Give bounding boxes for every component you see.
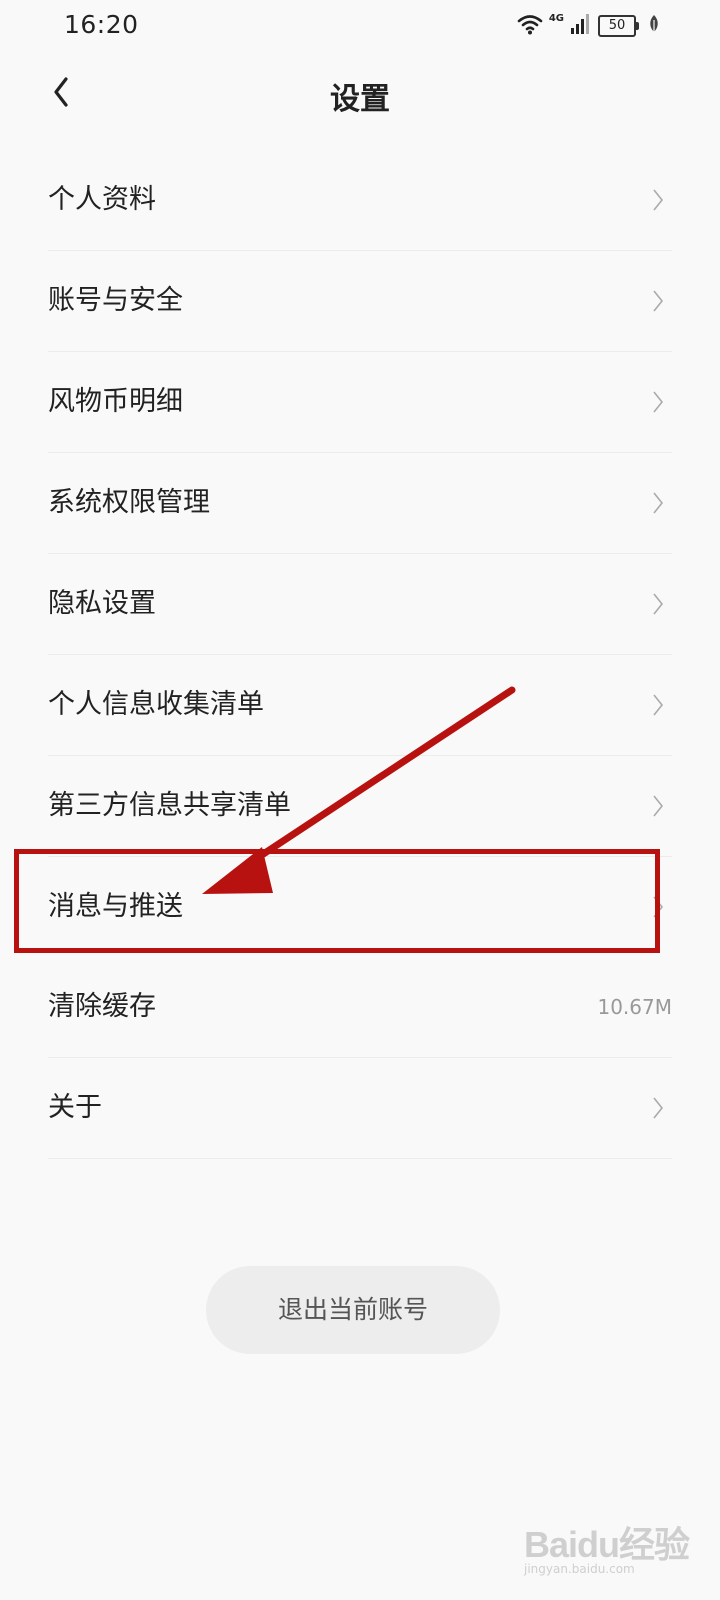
setting-privacy[interactable]: 隐私设置 <box>48 554 672 655</box>
logout-button[interactable]: 退出当前账号 <box>206 1266 500 1354</box>
setting-label: 隐私设置 <box>48 588 156 619</box>
setting-system-permissions[interactable]: 系统权限管理 <box>48 453 672 554</box>
setting-label: 第三方信息共享清单 <box>48 790 291 821</box>
setting-coin-details[interactable]: 风物币明细 <box>48 352 672 453</box>
page-title: 设置 <box>330 82 390 117</box>
cache-size: 10.67M <box>597 995 672 1019</box>
setting-label: 清除缓存 <box>48 991 156 1022</box>
setting-label: 个人信息收集清单 <box>48 689 264 720</box>
setting-label: 消息与推送 <box>48 891 183 922</box>
setting-label: 关于 <box>48 1092 102 1123</box>
setting-third-party-sharing[interactable]: 第三方信息共享清单 <box>48 756 672 857</box>
setting-label: 个人资料 <box>48 184 156 215</box>
setting-clear-cache[interactable]: 清除缓存 10.67M <box>48 957 672 1058</box>
setting-messages-push[interactable]: 消息与推送 <box>48 857 672 957</box>
baidu-watermark: Baidu经验 jingyan.baidu.com <box>524 1510 694 1582</box>
setting-label: 系统权限管理 <box>48 487 210 518</box>
nav-header: 设置 <box>0 52 720 142</box>
setting-about[interactable]: 关于 <box>48 1058 672 1159</box>
status-bar: 16:20 4G 50 <box>0 0 720 52</box>
settings-list: 个人资料 账号与安全 风物币明细 系统权限管理 隐私设置 个人信息收集清单 第三… <box>0 150 720 1159</box>
chevron-right-icon <box>652 895 664 919</box>
setting-personal-info-list[interactable]: 个人信息收集清单 <box>48 655 672 756</box>
chevron-right-icon <box>652 794 664 818</box>
setting-account-security[interactable]: 账号与安全 <box>48 251 672 352</box>
chevron-right-icon <box>652 1096 664 1120</box>
setting-label: 风物币明细 <box>48 386 183 417</box>
watermark-logo: Baidu经验 <box>524 1524 690 1565</box>
chevron-right-icon <box>652 390 664 414</box>
setting-label: 账号与安全 <box>48 285 183 316</box>
network-type: 4G <box>548 12 564 24</box>
signal-icon <box>570 13 592 39</box>
wifi-icon <box>517 13 543 39</box>
chevron-right-icon <box>652 592 664 616</box>
chevron-right-icon <box>652 188 664 212</box>
setting-personal-profile[interactable]: 个人资料 <box>48 150 672 251</box>
watermark-url: jingyan.baidu.com <box>524 1562 635 1576</box>
leaf-icon <box>648 14 660 38</box>
chevron-right-icon <box>652 491 664 515</box>
status-icons: 4G 50 <box>517 12 660 40</box>
status-time: 16:20 <box>64 10 139 39</box>
chevron-right-icon <box>652 289 664 313</box>
battery-icon: 50 <box>598 15 639 37</box>
chevron-right-icon <box>652 693 664 717</box>
